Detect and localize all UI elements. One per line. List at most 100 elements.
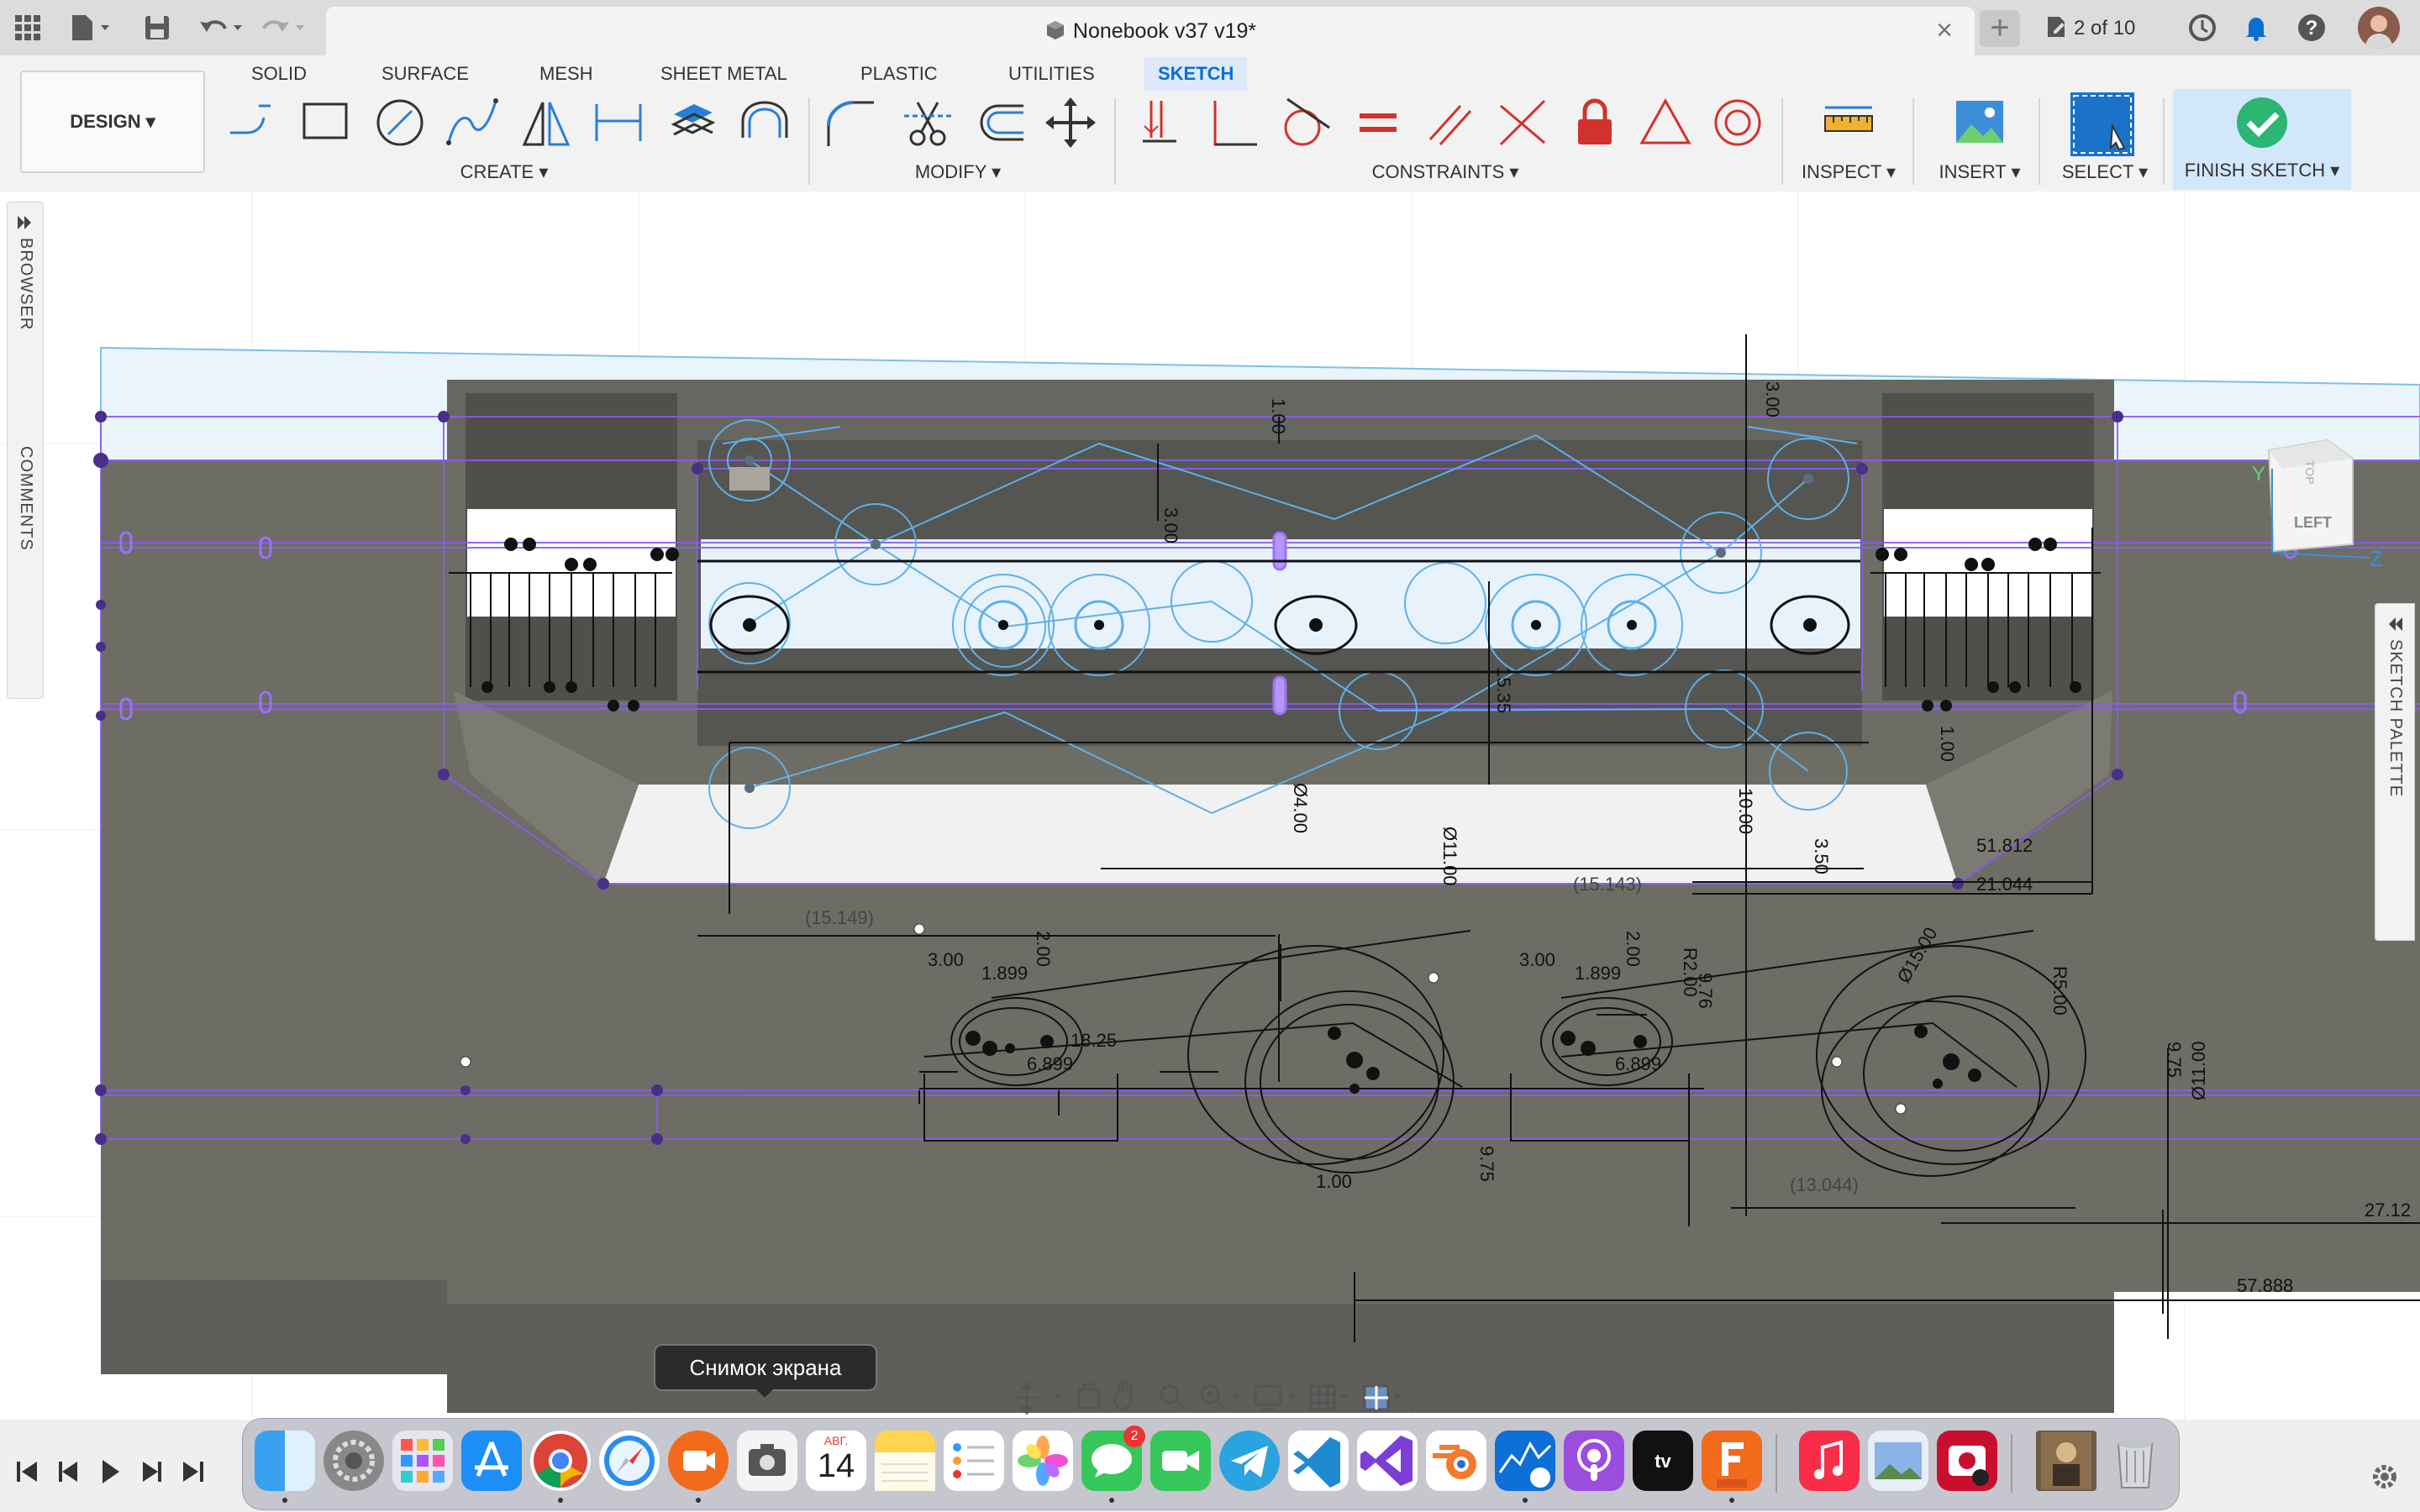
comments-label[interactable]: COMMENTS: [16, 446, 35, 551]
redo-icon[interactable]: [259, 12, 309, 44]
finder-icon[interactable]: [255, 1431, 315, 1491]
equal-icon[interactable]: [1351, 96, 1405, 150]
sketch-canvas[interactable]: 3.00 1.00 3.00 15.35 1.00 10.00 Ø4.00 3.…: [0, 192, 2420, 1420]
telegram-icon[interactable]: [1219, 1431, 1280, 1491]
job-status[interactable]: 2 of 10: [2044, 10, 2153, 47]
app-store-icon[interactable]: [461, 1431, 522, 1491]
line-tool-icon[interactable]: [225, 96, 279, 150]
measure-ruler-icon[interactable]: [1822, 96, 1876, 150]
tab-plastic[interactable]: PLASTIC: [847, 57, 951, 91]
constraints-menu[interactable]: CONSTRAINTS ▾: [1361, 160, 1529, 185]
messages-icon[interactable]: 2: [1081, 1425, 1145, 1491]
launchpad-icon[interactable]: [392, 1431, 453, 1491]
music-icon[interactable]: [1799, 1431, 1860, 1491]
perpendicular-icon[interactable]: [1207, 96, 1260, 150]
notifications-bell-icon[interactable]: [2240, 12, 2272, 44]
mirror-tool-icon[interactable]: [519, 96, 573, 150]
podcasts-icon[interactable]: [1564, 1431, 1624, 1491]
fusion-360-icon[interactable]: [1702, 1431, 1762, 1491]
tab-solid[interactable]: SOLID: [238, 57, 320, 91]
finish-sketch-button[interactable]: FINISH SKETCH ▾: [2173, 89, 2351, 190]
reminders-icon[interactable]: [944, 1431, 1004, 1491]
photos-icon[interactable]: [1013, 1431, 1073, 1491]
intel-power-gadget-icon[interactable]: [1495, 1431, 1555, 1491]
midpoint-icon[interactable]: [1639, 96, 1692, 150]
tab-surface[interactable]: SURFACE: [368, 57, 482, 91]
visual-studio-icon[interactable]: [1357, 1431, 1418, 1491]
undo-icon[interactable]: [197, 12, 247, 44]
fix-icon[interactable]: [1568, 96, 1622, 150]
browser-panel[interactable]: BROWSER COMMENTS: [7, 202, 44, 699]
dim-text-300-top: 3.00: [1762, 381, 1783, 417]
sketch-palette-panel[interactable]: SKETCH PALETTE: [2375, 603, 2415, 941]
rectangle-tool-icon[interactable]: [299, 96, 353, 150]
new-tab-button[interactable]: +: [1980, 10, 2020, 47]
user-avatar[interactable]: [2358, 7, 2400, 49]
app-grid-icon[interactable]: [12, 12, 44, 44]
facetime-icon[interactable]: [1150, 1431, 1211, 1491]
collinear-icon[interactable]: [1496, 96, 1549, 150]
screen-record-icon[interactable]: [668, 1431, 729, 1491]
dim-text-1100-right: Ø11.00: [2188, 1041, 2209, 1100]
chrome-icon[interactable]: [530, 1431, 591, 1491]
file-menu-icon[interactable]: [67, 12, 109, 44]
photo-booth-icon[interactable]: [1937, 1431, 1997, 1491]
look-at-icon: [1077, 1383, 1101, 1410]
blender-icon[interactable]: [1426, 1431, 1486, 1491]
tab-mesh[interactable]: MESH: [526, 57, 607, 91]
coincident-icon[interactable]: [1136, 96, 1190, 150]
running-indicator: [696, 1498, 701, 1503]
tangent-icon[interactable]: [1279, 96, 1333, 150]
trim-tool-icon[interactable]: [901, 96, 955, 150]
timeline-settings-gear-icon[interactable]: [2370, 1462, 2400, 1492]
modify-menu[interactable]: MODIFY ▾: [874, 160, 1042, 185]
select-tool-icon[interactable]: [2070, 92, 2134, 156]
select-menu[interactable]: SELECT ▾: [2050, 160, 2160, 185]
move-tool-icon[interactable]: [1044, 96, 1097, 150]
dimension-tool-icon[interactable]: [592, 96, 645, 150]
expand-panel-icon[interactable]: [16, 214, 34, 231]
notes-icon[interactable]: [875, 1431, 935, 1491]
circle-tool-icon[interactable]: [373, 96, 427, 150]
job-status-icon: [2044, 14, 2069, 39]
fillet-tool-icon[interactable]: [823, 96, 877, 150]
safari-icon[interactable]: [599, 1431, 660, 1491]
offset-tool-icon[interactable]: [738, 96, 792, 150]
dim-text-1825: 18.25: [1071, 1030, 1117, 1051]
tab-utilities[interactable]: UTILITIES: [995, 57, 1108, 91]
create-menu[interactable]: CREATE ▾: [420, 160, 588, 185]
recent-doc-icon[interactable]: [2036, 1431, 2096, 1491]
document-cube-icon: [1044, 10, 1066, 39]
help-icon[interactable]: ?: [2296, 12, 2328, 44]
finish-check-icon: [2235, 96, 2289, 150]
collapse-panel-icon[interactable]: [2386, 616, 2404, 633]
project-tool-icon[interactable]: [666, 96, 719, 150]
screenshot-icon[interactable]: [737, 1431, 797, 1491]
concentric-icon[interactable]: [1711, 96, 1765, 150]
inspect-menu[interactable]: INSPECT ▾: [1798, 160, 1899, 185]
title-bar: Nonebook v37 v19* × + 2 of 10 ?: [0, 0, 2420, 55]
document-tab[interactable]: Nonebook v37 v19* ×: [326, 7, 1975, 55]
parallel-icon[interactable]: [1423, 96, 1477, 150]
apple-tv-icon[interactable]: tv: [1633, 1431, 1693, 1491]
zoom-dropdown-icon: [1232, 1394, 1240, 1399]
tab-sketch[interactable]: SKETCH: [1144, 57, 1248, 91]
data-panel-clock-icon[interactable]: [2186, 12, 2218, 44]
axis-y-label: Y: [2252, 463, 2265, 486]
offset-curve-icon[interactable]: [973, 96, 1027, 150]
tab-sheet-metal[interactable]: SHEET METAL: [647, 57, 801, 91]
insert-image-icon[interactable]: [1953, 96, 2007, 150]
preview-icon[interactable]: [1868, 1431, 1928, 1491]
system-settings-icon[interactable]: [324, 1431, 384, 1491]
view-cube-face-label: LEFT: [2294, 514, 2332, 531]
close-tab-icon[interactable]: ×: [1929, 15, 1960, 45]
trash-icon[interactable]: [2105, 1431, 2165, 1491]
document-title-text: Nonebook v37 v19*: [1072, 19, 1257, 43]
sketch-drawing[interactable]: 3.00 1.00 3.00 15.35 1.00 10.00 Ø4.00 3.…: [0, 192, 2420, 1420]
calendar-icon[interactable]: АВГ. 14: [806, 1431, 866, 1491]
workspace-dropdown[interactable]: DESIGN ▾: [20, 71, 205, 173]
insert-menu[interactable]: INSERT ▾: [1929, 160, 2030, 185]
spline-tool-icon[interactable]: [445, 96, 499, 150]
save-icon[interactable]: [141, 12, 173, 44]
vscode-icon[interactable]: [1288, 1431, 1349, 1491]
